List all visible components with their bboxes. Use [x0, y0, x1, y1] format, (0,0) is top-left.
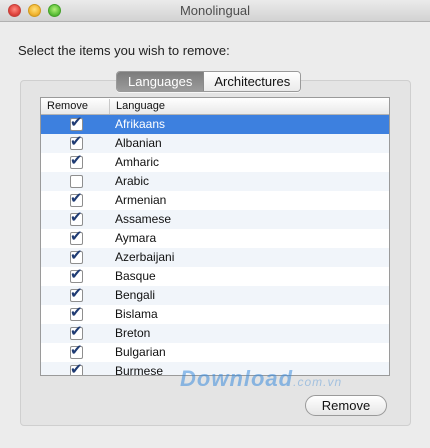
language-name: Amharic [115, 155, 160, 169]
checkmark-icon: ✔ [70, 342, 83, 359]
vertical-scrollbar[interactable] [379, 115, 389, 375]
checkmark-icon: ✔ [70, 190, 83, 207]
table-row[interactable]: ✔ Breton [41, 324, 389, 343]
remove-checkbox[interactable]: ✔ [70, 247, 83, 264]
tab-bar: Languages Architectures [116, 71, 302, 92]
title-bar: Monolingual [0, 0, 430, 22]
remove-checkbox[interactable]: ✔ [70, 285, 83, 302]
tab-architectures[interactable]: Architectures [204, 72, 301, 91]
table-row[interactable]: ✔ Amharic [41, 153, 389, 172]
remove-checkbox[interactable]: ✔ [70, 209, 83, 226]
table-row[interactable]: ✔ Albanian [41, 134, 389, 153]
table-row[interactable]: ✔ Azerbaijani [41, 248, 389, 267]
language-name: Breton [115, 326, 151, 340]
language-name: Bulgarian [115, 345, 166, 359]
table-header: Remove Language [41, 98, 389, 115]
checkmark-icon: ✔ [70, 361, 83, 376]
remove-checkbox[interactable]: ✔ [70, 228, 83, 245]
checkmark-icon: ✔ [70, 304, 83, 321]
instruction-label: Select the items you wish to remove: [18, 43, 230, 58]
checkmark-icon: ✔ [70, 228, 83, 245]
checkmark-icon: ✔ [70, 133, 83, 150]
language-name: Armenian [115, 193, 167, 207]
remove-checkbox[interactable]: ✔ [70, 152, 83, 169]
remove-checkbox[interactable]: ✔ [70, 323, 83, 340]
table-body: ✔ Afrikaans ✔ Albanian ✔ Amharic Arabic ✔ Armeni… [41, 115, 389, 376]
checkmark-icon: ✔ [70, 323, 83, 340]
language-name: Burmese [115, 364, 164, 376]
monolingual-window: Monolingual Select the items you wish to… [0, 0, 430, 448]
language-name: Bislama [115, 307, 158, 321]
language-name: Aymara [115, 231, 157, 245]
remove-checkbox[interactable]: ✔ [70, 190, 83, 207]
remove-checkbox[interactable]: ✔ [70, 133, 83, 150]
remove-button[interactable]: Remove [305, 395, 387, 416]
table-row[interactable]: ✔ Basque [41, 267, 389, 286]
column-header-remove[interactable]: Remove [47, 100, 88, 112]
table-row[interactable]: ✔ Bengali [41, 286, 389, 305]
remove-checkbox[interactable]: ✔ [70, 304, 83, 321]
checkmark-icon: ✔ [70, 285, 83, 302]
language-name: Azerbaijani [115, 250, 175, 264]
column-divider[interactable] [109, 99, 110, 114]
language-name: Assamese [115, 212, 172, 226]
checkmark-icon: ✔ [70, 152, 83, 169]
language-name: Afrikaans [115, 117, 166, 131]
table-row[interactable]: ✔ Afrikaans [41, 115, 389, 134]
remove-checkbox[interactable]: ✔ [70, 361, 83, 376]
table-row[interactable]: ✔ Bulgarian [41, 343, 389, 362]
remove-checkbox[interactable]: ✔ [70, 266, 83, 283]
column-header-language[interactable]: Language [116, 100, 165, 112]
language-name: Basque [115, 269, 156, 283]
language-name: Arabic [115, 174, 150, 188]
checkmark-icon: ✔ [70, 114, 83, 131]
checkmark-icon: ✔ [70, 247, 83, 264]
languages-table: Remove Language ✔ Afrikaans ✔ Albanian ✔ Amha… [40, 97, 390, 376]
table-row[interactable]: ✔ Assamese [41, 210, 389, 229]
tab-languages[interactable]: Languages [117, 72, 205, 91]
table-row[interactable]: Arabic [41, 172, 389, 191]
checkmark-icon: ✔ [70, 266, 83, 283]
remove-checkbox[interactable]: ✔ [70, 114, 83, 131]
table-row[interactable]: ✔ Armenian [41, 191, 389, 210]
watermark-logo: Download.com.vn [180, 366, 343, 391]
checkmark-icon: ✔ [70, 209, 83, 226]
window-title: Monolingual [179, 3, 251, 18]
remove-checkbox[interactable] [70, 175, 83, 188]
table-row[interactable]: ✔ Aymara [41, 229, 389, 248]
table-row[interactable]: ✔ Bislama [41, 305, 389, 324]
language-name: Bengali [115, 288, 156, 302]
language-name: Albanian [115, 136, 162, 150]
remove-checkbox[interactable]: ✔ [70, 342, 83, 359]
